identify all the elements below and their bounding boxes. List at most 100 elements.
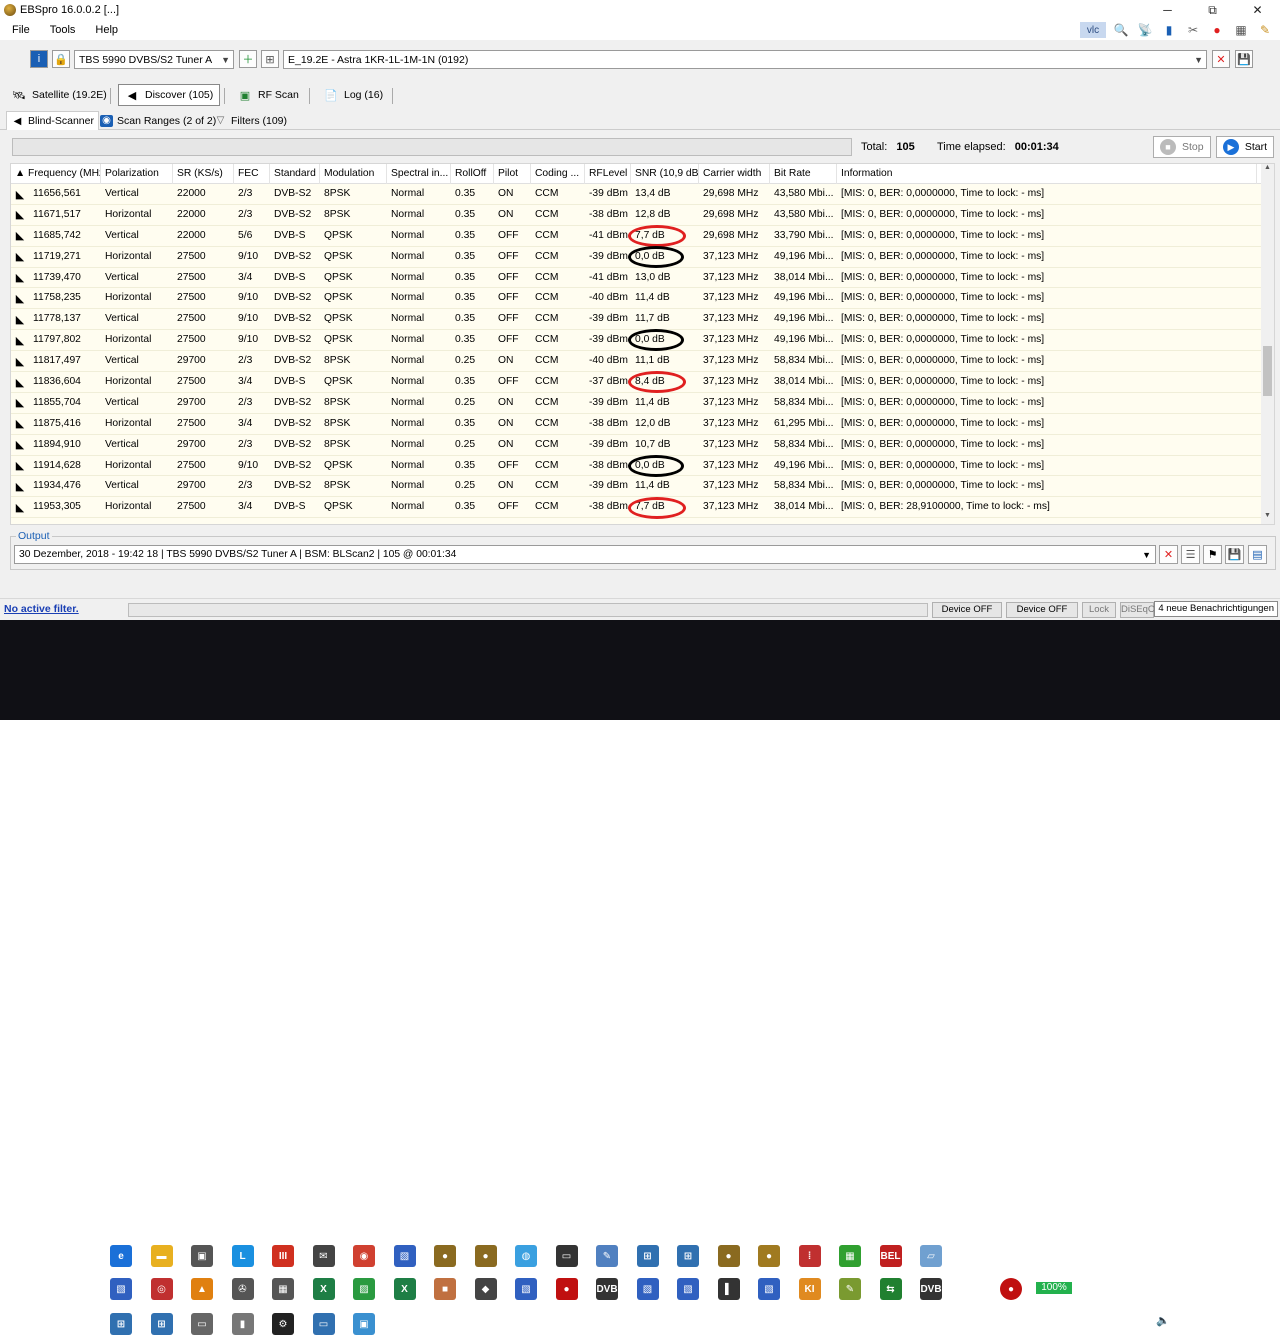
menu-help[interactable]: Help [83, 24, 126, 36]
file-explorer-icon[interactable]: ▬ [150, 1245, 173, 1267]
column-header-information[interactable]: Information [837, 164, 1257, 184]
ebspro-icon[interactable]: ● [717, 1245, 740, 1267]
media-app-icon[interactable]: III [272, 1245, 294, 1267]
network-app-icon-1[interactable]: ⊞ [636, 1245, 659, 1267]
tab-rf-scan[interactable]: ▣ RF Scan [232, 84, 305, 106]
tab-discover[interactable]: ◀ Discover (105) [118, 84, 221, 106]
tab-scan-ranges[interactable]: ◉ Scan Ranges (2 of 2) [96, 111, 220, 130]
settings-icon[interactable]: ⚙ [272, 1313, 294, 1335]
satellite-select[interactable]: E_19.2E - Astra 1KR-1L-1M-1N (0192) ▼ [283, 50, 1207, 69]
dvb-app-icon-2[interactable]: ▧ [110, 1278, 132, 1300]
column-header-rolloff[interactable]: RollOff [451, 164, 494, 184]
output-select[interactable]: 30 Dezember, 2018 - 19:42 18 | TBS 5990 … [14, 545, 1156, 564]
volume-icon[interactable]: 🔈 [1156, 1314, 1170, 1327]
column-header-bit-rate[interactable]: Bit Rate [770, 164, 837, 184]
ebspro-active-icon[interactable]: ● [758, 1245, 780, 1267]
clear-output-icon[interactable]: ✕ [1159, 545, 1178, 564]
network-icon[interactable]: ⊞ [261, 50, 279, 68]
bel-icon[interactable]: BEL [879, 1245, 902, 1267]
edge-icon[interactable]: e [110, 1245, 132, 1267]
box-icon[interactable]: ■ [434, 1278, 456, 1300]
network-app-icon-2[interactable]: ⊞ [677, 1245, 699, 1267]
chrome-icon[interactable]: ◉ [353, 1245, 375, 1267]
tab-satellite[interactable]: 🛰 Satellite (19.2E) [6, 84, 113, 106]
stop-button[interactable]: ■ Stop [1153, 136, 1211, 158]
grid-icon[interactable]: ▦ [1232, 22, 1250, 38]
export-icon[interactable]: ▤ [1248, 545, 1267, 564]
no-filter-link[interactable]: No active filter. [4, 603, 79, 615]
table-row[interactable]: ◣ 11934,476 Vertical 29700 2/3 DVB-S2 8PSK Norm… [11, 476, 1263, 498]
menu-tools[interactable]: Tools [38, 24, 84, 36]
tools-app-icon[interactable]: ✎ [839, 1278, 861, 1300]
shield-icon[interactable]: ◆ [474, 1278, 497, 1300]
list-icon[interactable]: ☰ [1181, 545, 1200, 564]
table-row[interactable]: ◣ 11778,137 Vertical 27500 9/10 DVB-S2 QPSK Nor… [11, 309, 1263, 331]
table-row[interactable]: ◣ 11817,497 Vertical 29700 2/3 DVB-S2 8PSK Norm… [11, 351, 1263, 373]
chart-app-icon[interactable]: ▨ [353, 1278, 375, 1300]
power-icon[interactable]: ⚡ [1080, 1280, 1088, 1293]
dvb-icon[interactable]: DVB [596, 1278, 618, 1300]
scroll-down-icon[interactable]: ▼ [1261, 512, 1274, 524]
tray-app-icon[interactable]: ● [1000, 1278, 1022, 1300]
dvb-dream-icon[interactable]: ▧ [393, 1245, 416, 1267]
app-window-icon[interactable]: ▭ [191, 1313, 213, 1335]
table-row[interactable]: ◣ 11855,704 Vertical 29700 2/3 DVB-S2 8PSK Norm… [11, 393, 1263, 414]
store-icon[interactable]: ▣ [191, 1245, 213, 1267]
table-row[interactable]: ◣ 11656,561 Vertical 22000 2/3 DVB-S2 8PSK Norm… [11, 184, 1263, 205]
info-icon[interactable]: i [30, 50, 48, 68]
dvb-app-icon-6[interactable]: ▧ [758, 1278, 780, 1300]
dvb-app-icon-5[interactable]: ▧ [677, 1278, 699, 1300]
device-off-button-1[interactable]: Device OFF [932, 602, 1002, 618]
people-icon[interactable]: ⚇ [1108, 1280, 1118, 1293]
flag-icon[interactable]: ⚑ [1203, 545, 1222, 564]
column-header-frequency[interactable]: ▲ Frequency (MHz) [11, 164, 101, 184]
windows-start-icon[interactable] [10, 1280, 26, 1296]
vlc-icon[interactable]: ▲ [191, 1278, 213, 1300]
tab-log[interactable]: 📄 Log (16) [318, 84, 389, 106]
chart-icon[interactable]: ▮ [1160, 22, 1178, 38]
table-row[interactable]: ◣ 11894,910 Vertical 29700 2/3 DVB-S2 8PSK Norm… [11, 435, 1263, 456]
column-header-coding[interactable]: Coding ... [531, 164, 585, 184]
ki-app-icon[interactable]: KI [798, 1278, 821, 1300]
dvb-app-icon-3[interactable]: ▧ [515, 1278, 537, 1300]
scroll-up-icon[interactable]: ▲ [1261, 164, 1274, 176]
start-button[interactable]: ▶ Start [1216, 136, 1274, 158]
task-view-icon[interactable] [52, 1281, 68, 1295]
calculator-icon[interactable]: ▦ [272, 1278, 294, 1300]
table-row[interactable]: ◣ 11671,517 Horizontal 22000 2/3 DVB-S2 8PSK No… [11, 205, 1263, 226]
remote-app-icon-1[interactable]: ⊞ [110, 1313, 132, 1335]
delete-icon[interactable]: ✕ [1212, 50, 1230, 68]
menu-file[interactable]: File [0, 24, 38, 36]
add-icon[interactable]: ＋ [239, 50, 257, 68]
tuner-select[interactable]: TBS 5990 DVBS/S2 Tuner A ▼ [74, 50, 234, 69]
antenna-icon[interactable]: 📡 [1136, 22, 1154, 38]
search-icon[interactable]: 🔍 [1112, 22, 1130, 38]
remote-app-icon-2[interactable]: ⊞ [150, 1313, 173, 1335]
column-header-pilot[interactable]: Pilot [494, 164, 531, 184]
table-row[interactable]: ◣ 11758,235 Horizontal 27500 9/10 DVB-S2 QPSK N… [11, 288, 1263, 310]
remote-desktop-icon[interactable]: ▣ [353, 1313, 375, 1335]
dvb-app-icon-4[interactable]: ▧ [636, 1278, 659, 1300]
column-header-fec[interactable]: FEC [234, 164, 270, 184]
usb-app-icon[interactable]: ⇆ [879, 1278, 902, 1300]
mail-icon[interactable]: ✉ [312, 1245, 335, 1267]
clapper-icon[interactable]: ✇ [231, 1278, 254, 1300]
minimize-button[interactable]: ─ [1145, 0, 1190, 20]
wifi-icon[interactable]: ◠ [1158, 1280, 1168, 1293]
excel-icon[interactable]: X [312, 1278, 335, 1300]
monitor-icon[interactable]: ▭ [312, 1313, 335, 1335]
tv-app-icon[interactable]: ● [555, 1278, 578, 1300]
maximize-button[interactable]: ⧉ [1190, 0, 1235, 20]
column-header-polarization[interactable]: Polarization [101, 164, 173, 184]
column-header-spectral-inversion[interactable]: Spectral in... [387, 164, 451, 184]
chevron-up-icon[interactable]: ⌃ [1140, 1280, 1149, 1293]
column-header-rf-level[interactable]: RFLevel [585, 164, 631, 184]
battery-indicator[interactable]: 100% [1034, 1280, 1074, 1296]
tab-blind-scanner[interactable]: ◀ Blind-Scanner [6, 111, 99, 130]
tools-icon[interactable]: ✂ [1184, 22, 1202, 38]
results-table[interactable]: ▲ Frequency (MHz) Polarization SR (KS/s) FE… [10, 163, 1275, 525]
lock-icon[interactable]: 🔒 [52, 50, 70, 68]
l-app-icon[interactable]: L [231, 1245, 254, 1267]
save-icon[interactable]: 💾 [1235, 50, 1253, 68]
column-header-snr[interactable]: SNR (10,9 dB) [631, 164, 699, 184]
